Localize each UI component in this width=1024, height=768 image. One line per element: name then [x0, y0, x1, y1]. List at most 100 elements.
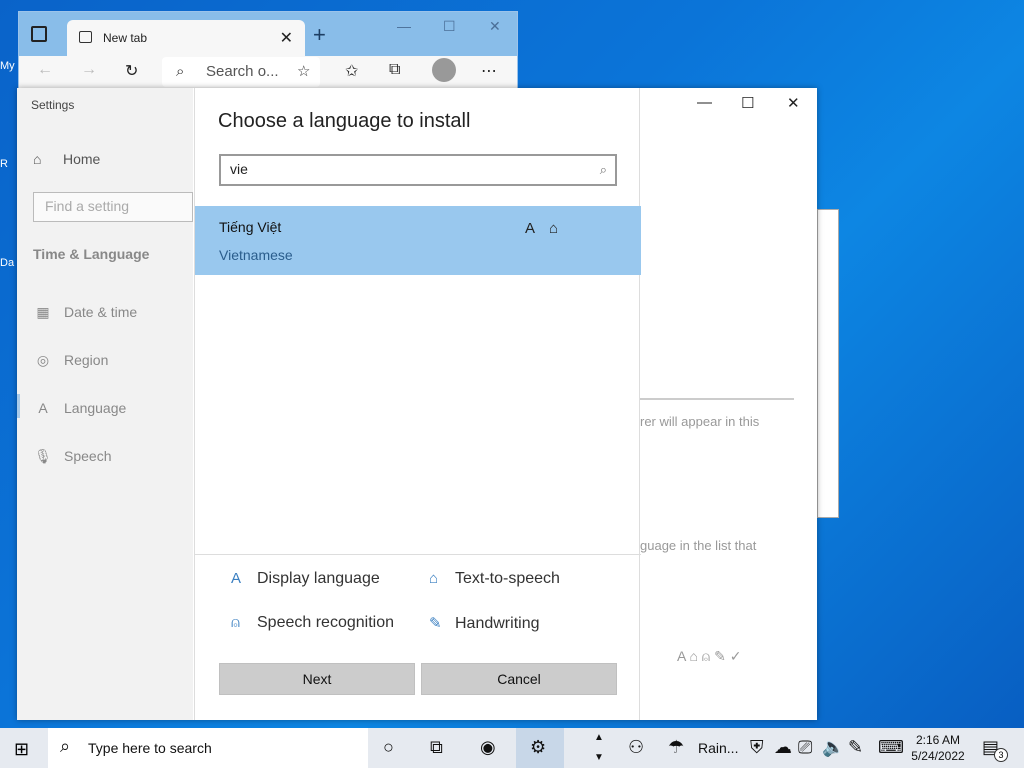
- language-native-name: Tiếng Việt: [219, 219, 282, 235]
- sidebar-item-label: Date & time: [64, 304, 138, 320]
- weather-text[interactable]: Rain...: [698, 740, 738, 756]
- background-input: [640, 370, 794, 400]
- task-view-icon[interactable]: ⧉: [430, 737, 443, 758]
- choose-language-dialog: Choose a language to install ⌕ Tiếng Việ…: [194, 88, 641, 720]
- sidebar-item-label: Speech: [64, 448, 112, 464]
- people-icon[interactable]: ⚇: [628, 737, 644, 758]
- tab-close-icon[interactable]: ✕: [280, 28, 293, 48]
- system-clock[interactable]: 2:16 AM 5/24/2022: [908, 732, 968, 764]
- windows-start-icon[interactable]: ⊞: [14, 739, 29, 760]
- security-shield-icon[interactable]: ⛨: [750, 737, 764, 758]
- taskbar-search-placeholder: Type here to search: [88, 740, 212, 756]
- home-icon: ⌂: [33, 151, 42, 167]
- calendar-icon: ▦: [36, 304, 50, 320]
- globe-icon: ◎: [36, 352, 50, 368]
- background-text: rer will appear in this: [640, 414, 760, 429]
- background-window-edge: [817, 209, 839, 518]
- tab-label: New tab: [103, 31, 148, 45]
- browser-tab[interactable]: New tab ✕: [67, 20, 305, 56]
- settings-title: Settings: [31, 98, 75, 112]
- display-language-icon: A: [231, 570, 242, 587]
- edge-titlebar: New tab ✕ + — ☐ ✕: [19, 12, 517, 56]
- feature-display-language: A Display language: [231, 570, 380, 587]
- sidebar-item-home[interactable]: ⌂ Home: [33, 151, 100, 167]
- collections-icon[interactable]: ⧉: [389, 61, 400, 79]
- search-icon: ⌕: [176, 63, 185, 80]
- language-search-field[interactable]: ⌕: [219, 154, 617, 186]
- volume-icon[interactable]: 🔈: [822, 737, 844, 758]
- dialog-title: Choose a language to install: [218, 110, 471, 132]
- divider: [195, 554, 641, 555]
- next-button[interactable]: Next: [219, 663, 415, 695]
- back-icon[interactable]: ←: [37, 61, 53, 79]
- notification-badge: 3: [994, 748, 1008, 762]
- settings-gear-icon: ⚙: [530, 737, 547, 757]
- clock-time: 2:16 AM: [915, 733, 961, 747]
- search-icon: ⌕: [60, 736, 71, 756]
- cortana-icon[interactable]: ○: [383, 737, 394, 758]
- active-indicator: [17, 394, 20, 418]
- taskbar: ⊞ ⌕ Type here to search ○ ⧉ ◉ ⚙ ▲ ▼ ⚇ ☂ …: [0, 728, 1024, 768]
- language-english-name: Vietnamese: [219, 247, 293, 263]
- edge-toolbar: ← → ↻ ⌕ Search o... ☆ ✩ ⧉ ⋯: [19, 56, 517, 89]
- language-list-item[interactable]: Tiếng Việt Vietnamese A ⌂: [195, 206, 641, 275]
- edge-browser-window: New tab ✕ + — ☐ ✕ ← → ↻ ⌕ Search o... ☆ …: [18, 11, 518, 89]
- chevron-down-icon[interactable]: ▼: [594, 752, 604, 763]
- background-text: guage in the list that: [640, 538, 757, 553]
- forward-icon[interactable]: →: [81, 61, 97, 79]
- settings-close-button[interactable]: ✕: [787, 94, 800, 112]
- add-favorite-icon[interactable]: ☆: [297, 62, 310, 80]
- taskbar-active-app[interactable]: ⚙: [516, 728, 564, 768]
- profile-avatar[interactable]: [432, 58, 456, 82]
- edge-maximize-button[interactable]: ☐: [443, 18, 456, 35]
- feature-text-to-speech: ⌂ Text-to-speech: [429, 570, 560, 587]
- language-icon: A: [38, 400, 48, 416]
- edge-minimize-button[interactable]: —: [397, 18, 411, 34]
- settings-minimize-button[interactable]: —: [697, 94, 712, 111]
- sidebar-item-speech[interactable]: 🎙 Speech: [33, 448, 111, 465]
- sidebar-item-date-time[interactable]: ▦ Date & time: [33, 304, 137, 321]
- taskbar-search-box[interactable]: ⌕ Type here to search: [48, 728, 368, 768]
- address-bar[interactable]: ⌕ Search o... ☆: [162, 57, 320, 87]
- settings-sidebar: Settings ⌂ Home Find a setting Time & Lan…: [17, 88, 193, 720]
- more-options-icon[interactable]: ⋯: [481, 61, 497, 81]
- edge-close-button[interactable]: ✕: [489, 18, 501, 35]
- sidebar-item-language[interactable]: A Language: [33, 400, 126, 416]
- handwriting-icon: ✎: [429, 615, 442, 632]
- cloud-icon[interactable]: ☁: [774, 737, 792, 758]
- feature-speech-recognition: ⍝ Speech recognition: [231, 614, 394, 631]
- display-language-icon: A: [525, 220, 536, 237]
- text-to-speech-icon: ⌂: [549, 220, 559, 237]
- weather-umbrella-icon[interactable]: ☂: [668, 737, 684, 758]
- clock-date: 5/24/2022: [911, 749, 965, 763]
- cancel-button[interactable]: Cancel: [421, 663, 617, 695]
- desktop-icon-label[interactable]: R: [0, 158, 8, 170]
- refresh-icon[interactable]: ↻: [125, 61, 138, 81]
- sidebar-item-label: Region: [64, 352, 109, 368]
- find-setting-input[interactable]: Find a setting: [33, 192, 193, 222]
- chevron-up-icon[interactable]: ▲: [594, 732, 604, 743]
- new-tab-button[interactable]: +: [313, 22, 326, 48]
- keyboard-icon[interactable]: ⌨: [878, 737, 904, 758]
- microphone-icon: 🎙: [34, 448, 52, 464]
- settings-maximize-button[interactable]: ☐: [741, 94, 754, 112]
- sidebar-item-region[interactable]: ◎ Region: [33, 352, 108, 369]
- favorites-icon[interactable]: ✩: [345, 61, 358, 81]
- search-icon: ⌕: [599, 162, 607, 177]
- sidebar-item-label: Home: [63, 151, 101, 167]
- address-placeholder: Search o...: [206, 63, 279, 80]
- desktop-icon-label[interactable]: Da: [0, 257, 14, 269]
- section-heading: Time & Language: [33, 246, 150, 262]
- new-tab-icon: [79, 31, 92, 43]
- pen-icon[interactable]: ✎: [848, 737, 863, 758]
- desktop-icon-label[interactable]: My: [0, 60, 15, 72]
- app-icon[interactable]: ◉: [480, 737, 496, 758]
- language-search-input[interactable]: [230, 161, 570, 177]
- text-to-speech-icon: ⌂: [429, 570, 439, 587]
- microphone-icon: ⍝: [231, 614, 241, 631]
- feature-icons-row: A ⌂ ⍝ ✎ ✓: [677, 648, 742, 664]
- sidebar-item-label: Language: [64, 400, 127, 416]
- feature-handwriting: ✎ Handwriting: [429, 615, 540, 632]
- workspaces-icon[interactable]: [31, 26, 47, 42]
- network-icon[interactable]: ⎚: [798, 737, 812, 758]
